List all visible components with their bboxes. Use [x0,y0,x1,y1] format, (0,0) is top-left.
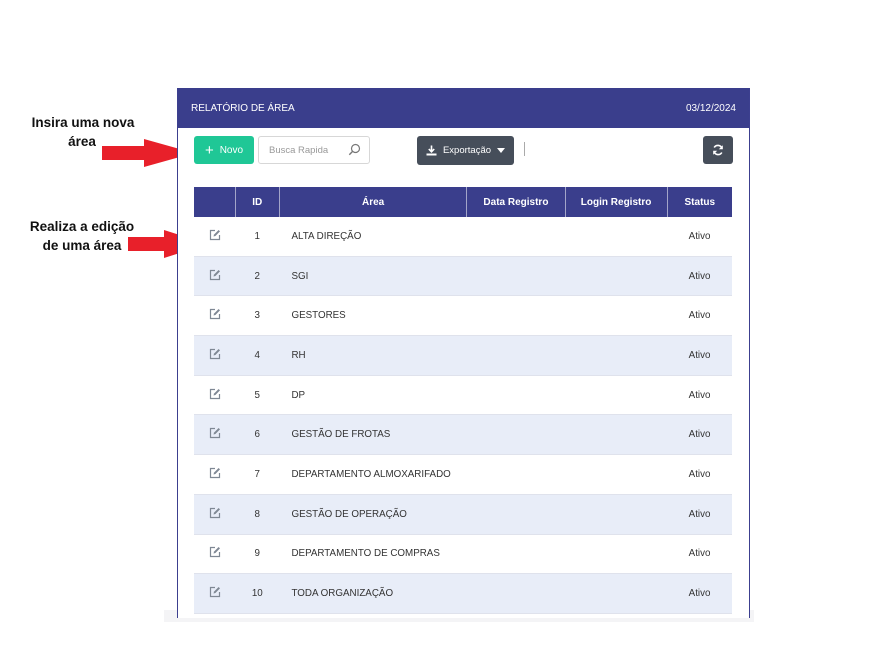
caret-down-icon [497,148,506,153]
table-header-row: ID Área Data Registro Login Registro Sta… [194,187,732,217]
panel-header: RELATÓRIO DE ÁREA 03/12/2024 [178,88,749,128]
cell-data-registro [466,335,566,376]
report-panel: RELATÓRIO DE ÁREA 03/12/2024 + Novo Expo… [177,88,750,618]
table-row: 6 GESTÃO DE FROTAS Ativo [194,414,732,456]
plus-icon: + [204,141,214,159]
cell-status: Ativo [667,534,732,575]
cell-data-registro [466,494,566,535]
table-row: 5 DP Ativo [194,375,732,416]
new-button-label: Novo [219,144,244,156]
cell-login-registro [565,454,668,495]
cell-login-registro [565,217,668,257]
cell-area: DEPARTAMENTO DE COMPRAS [279,534,467,575]
cell-id: 9 [235,534,280,575]
column-header-edit [194,187,236,217]
cell-data-registro [466,573,566,614]
cell-id: 6 [235,414,280,456]
column-header-login-registro[interactable]: Login Registro [565,187,668,217]
cell-area: DEPARTAMENTO ALMOXARIFADO [279,454,467,495]
cell-id: 7 [235,454,280,495]
cell-id: 10 [235,573,280,614]
cell-area: ALTA DIREÇÃO [279,217,467,257]
table-row: 7 DEPARTAMENTO ALMOXARIFADO Ativo [194,454,732,495]
column-header-area[interactable]: Área [279,187,468,217]
table-row: 8 GESTÃO DE OPERAÇÃO Ativo [194,494,732,535]
edit-icon[interactable] [209,388,221,400]
cell-id: 2 [235,256,280,297]
refresh-button[interactable] [703,136,733,164]
cell-login-registro [565,295,668,337]
cell-status: Ativo [667,454,732,495]
edit-icon[interactable] [209,229,221,241]
column-header-status[interactable]: Status [667,187,732,217]
edit-icon[interactable] [209,467,221,479]
cell-data-registro [466,217,566,257]
cell-id: 8 [235,494,280,535]
edit-icon[interactable] [209,269,221,281]
cell-status: Ativo [667,295,732,337]
cell-status: Ativo [667,414,732,456]
toolbar-divider [524,142,525,156]
column-header-id[interactable]: ID [235,187,280,217]
header-date: 03/12/2024 [685,102,736,114]
download-icon [426,145,437,156]
column-header-data-registro[interactable]: Data Registro [466,187,566,217]
cell-id: 5 [235,375,280,416]
search-input[interactable] [267,143,349,157]
quick-search [258,136,370,164]
cell-area: GESTÃO DE OPERAÇÃO [279,494,467,535]
edit-icon[interactable] [209,507,221,519]
cell-id: 1 [235,217,280,257]
cell-status: Ativo [667,375,732,416]
table-row: 2 SGI Ativo [194,256,732,297]
refresh-icon [713,144,723,156]
edit-icon[interactable] [209,308,221,320]
cell-data-registro [466,375,566,416]
area-table: ID Área Data Registro Login Registro Sta… [194,187,732,614]
export-button-label: Exportação [442,145,492,156]
search-icon[interactable] [348,143,361,156]
table-row: 10 TODA ORGANIZAÇÃO Ativo [194,573,732,614]
cell-login-registro [565,494,668,535]
cell-area: DP [279,375,467,416]
edit-icon[interactable] [209,546,221,558]
cell-area: GESTÃO DE FROTAS [279,414,467,456]
toolbar: + Novo Exportação [178,136,749,166]
export-button[interactable]: Exportação [417,136,514,165]
cell-login-registro [565,335,668,376]
page-title: RELATÓRIO DE ÁREA [191,102,295,114]
cell-area: RH [279,335,467,376]
cell-id: 4 [235,335,280,376]
table-row: 9 DEPARTAMENTO DE COMPRAS Ativo [194,534,732,575]
cell-login-registro [565,256,668,297]
cell-data-registro [466,454,566,495]
cell-login-registro [565,573,668,614]
edit-icon[interactable] [209,586,221,598]
table-row: 1 ALTA DIREÇÃO Ativo [194,217,732,257]
cell-login-registro [565,534,668,575]
edit-icon[interactable] [209,348,221,360]
cell-status: Ativo [667,494,732,535]
cell-login-registro [565,414,668,456]
cell-data-registro [466,534,566,575]
cell-login-registro [565,375,668,416]
table-row: 4 RH Ativo [194,335,732,376]
new-button[interactable]: + Novo [194,136,254,164]
cell-status: Ativo [667,335,732,376]
cell-area: TODA ORGANIZAÇÃO [279,573,467,614]
cell-data-registro [466,295,566,337]
cell-id: 3 [235,295,280,337]
cell-status: Ativo [667,217,732,257]
cell-status: Ativo [667,256,732,297]
annotation-new-area-line1: Insira uma nova [31,115,135,130]
cell-data-registro [466,256,566,297]
cell-area: SGI [279,256,467,297]
cell-data-registro [466,414,566,456]
edit-icon[interactable] [209,427,221,439]
cell-area: GESTORES [279,295,467,337]
cell-status: Ativo [667,573,732,614]
table-row: 3 GESTORES Ativo [194,295,732,337]
